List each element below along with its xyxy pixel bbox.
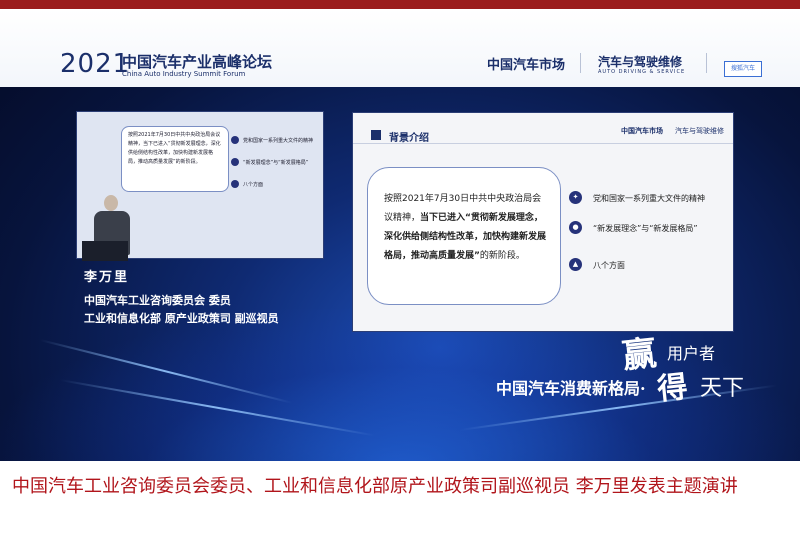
- left-screen-item: “新发展理念”与“新发展格局”: [243, 160, 309, 166]
- slide-item: 八个方面: [593, 261, 625, 270]
- event-photo: 2021 中国汽车产业高峰论坛 China Auto Industry Summ…: [0, 9, 800, 461]
- speaker-title-1: 中国汽车工业咨询委员会 委员: [84, 294, 231, 307]
- left-screen-item: 八个方面: [243, 182, 264, 188]
- slide-item: “新发展理念”与“新发展格局”: [593, 224, 698, 233]
- slide-text-box: 按照2021年7月30日中共中央政治局会议精神，当下已进入“贯彻新发展理念，深化…: [367, 167, 561, 305]
- slide-logo: 中国汽车市场: [621, 127, 663, 135]
- slide-title: 背景介绍: [389, 133, 429, 144]
- banner-year: 2021: [60, 49, 131, 79]
- sponsor-logo-auto-market: 中国汽车市场: [487, 58, 566, 73]
- handshake-icon: ✦: [569, 191, 582, 204]
- sponsor-logo-auto-driving-en: AUTO DRIVING & SERVICE: [598, 69, 686, 75]
- top-accent-bar: [0, 0, 800, 9]
- podium: [82, 241, 128, 261]
- slogan-small-2: 天下: [700, 376, 745, 401]
- slogan-main: 中国汽车消费新格局·: [496, 379, 646, 398]
- slide-text-plain: 的新阶段。: [479, 251, 525, 261]
- slogan-calligraphy-1: 赢: [620, 333, 659, 377]
- factory-icon: ▲: [569, 258, 582, 271]
- speaker-name: 李万里: [84, 270, 130, 285]
- slogan-calligraphy-2: 得: [655, 369, 690, 408]
- banner-subtitle: China Auto Industry Summit Forum: [122, 70, 246, 78]
- people-icon: ●: [569, 221, 582, 234]
- slide-item: 党和国家一系列重大文件的精神: [593, 194, 705, 203]
- slide-screen: 背景介绍 中国汽车市场 汽车与驾驶维修 按照2021年7月30日中共中央政治局会…: [352, 112, 734, 332]
- banner-divider: [706, 53, 707, 73]
- left-screen-box: 按照2021年7月30日中共中央政治局会议精神，当下已进入“贯彻新发展理念，深化…: [121, 126, 229, 192]
- slide-divider: [353, 143, 733, 144]
- banner-title: 中国汽车产业高峰论坛: [122, 53, 273, 71]
- slide-logo-2: 汽车与驾驶维修: [675, 127, 724, 135]
- slide-header-marker: [371, 130, 381, 140]
- speaker-title-2: 工业和信息化部 原产业政策司 副巡视员: [84, 312, 279, 325]
- bullet-icon: [231, 158, 239, 166]
- bullet-icon: [231, 180, 239, 188]
- forum-banner: 2021 中国汽车产业高峰论坛 China Auto Industry Summ…: [0, 9, 800, 87]
- banner-divider: [580, 53, 581, 73]
- photo-caption: 中国汽车工业咨询委员会委员、工业和信息化部原产业政策司副巡视员 李万里发表主题演…: [12, 476, 738, 497]
- left-screen-item: 党和国家一系列重大文件的精神: [243, 138, 314, 144]
- sponsor-logo-sohu: 搜狐汽车: [724, 61, 762, 77]
- slogan-small-1: 用户者: [667, 344, 716, 363]
- sponsor-logo-auto-driving: 汽车与驾驶维修: [598, 55, 683, 69]
- bullet-icon: [231, 136, 239, 144]
